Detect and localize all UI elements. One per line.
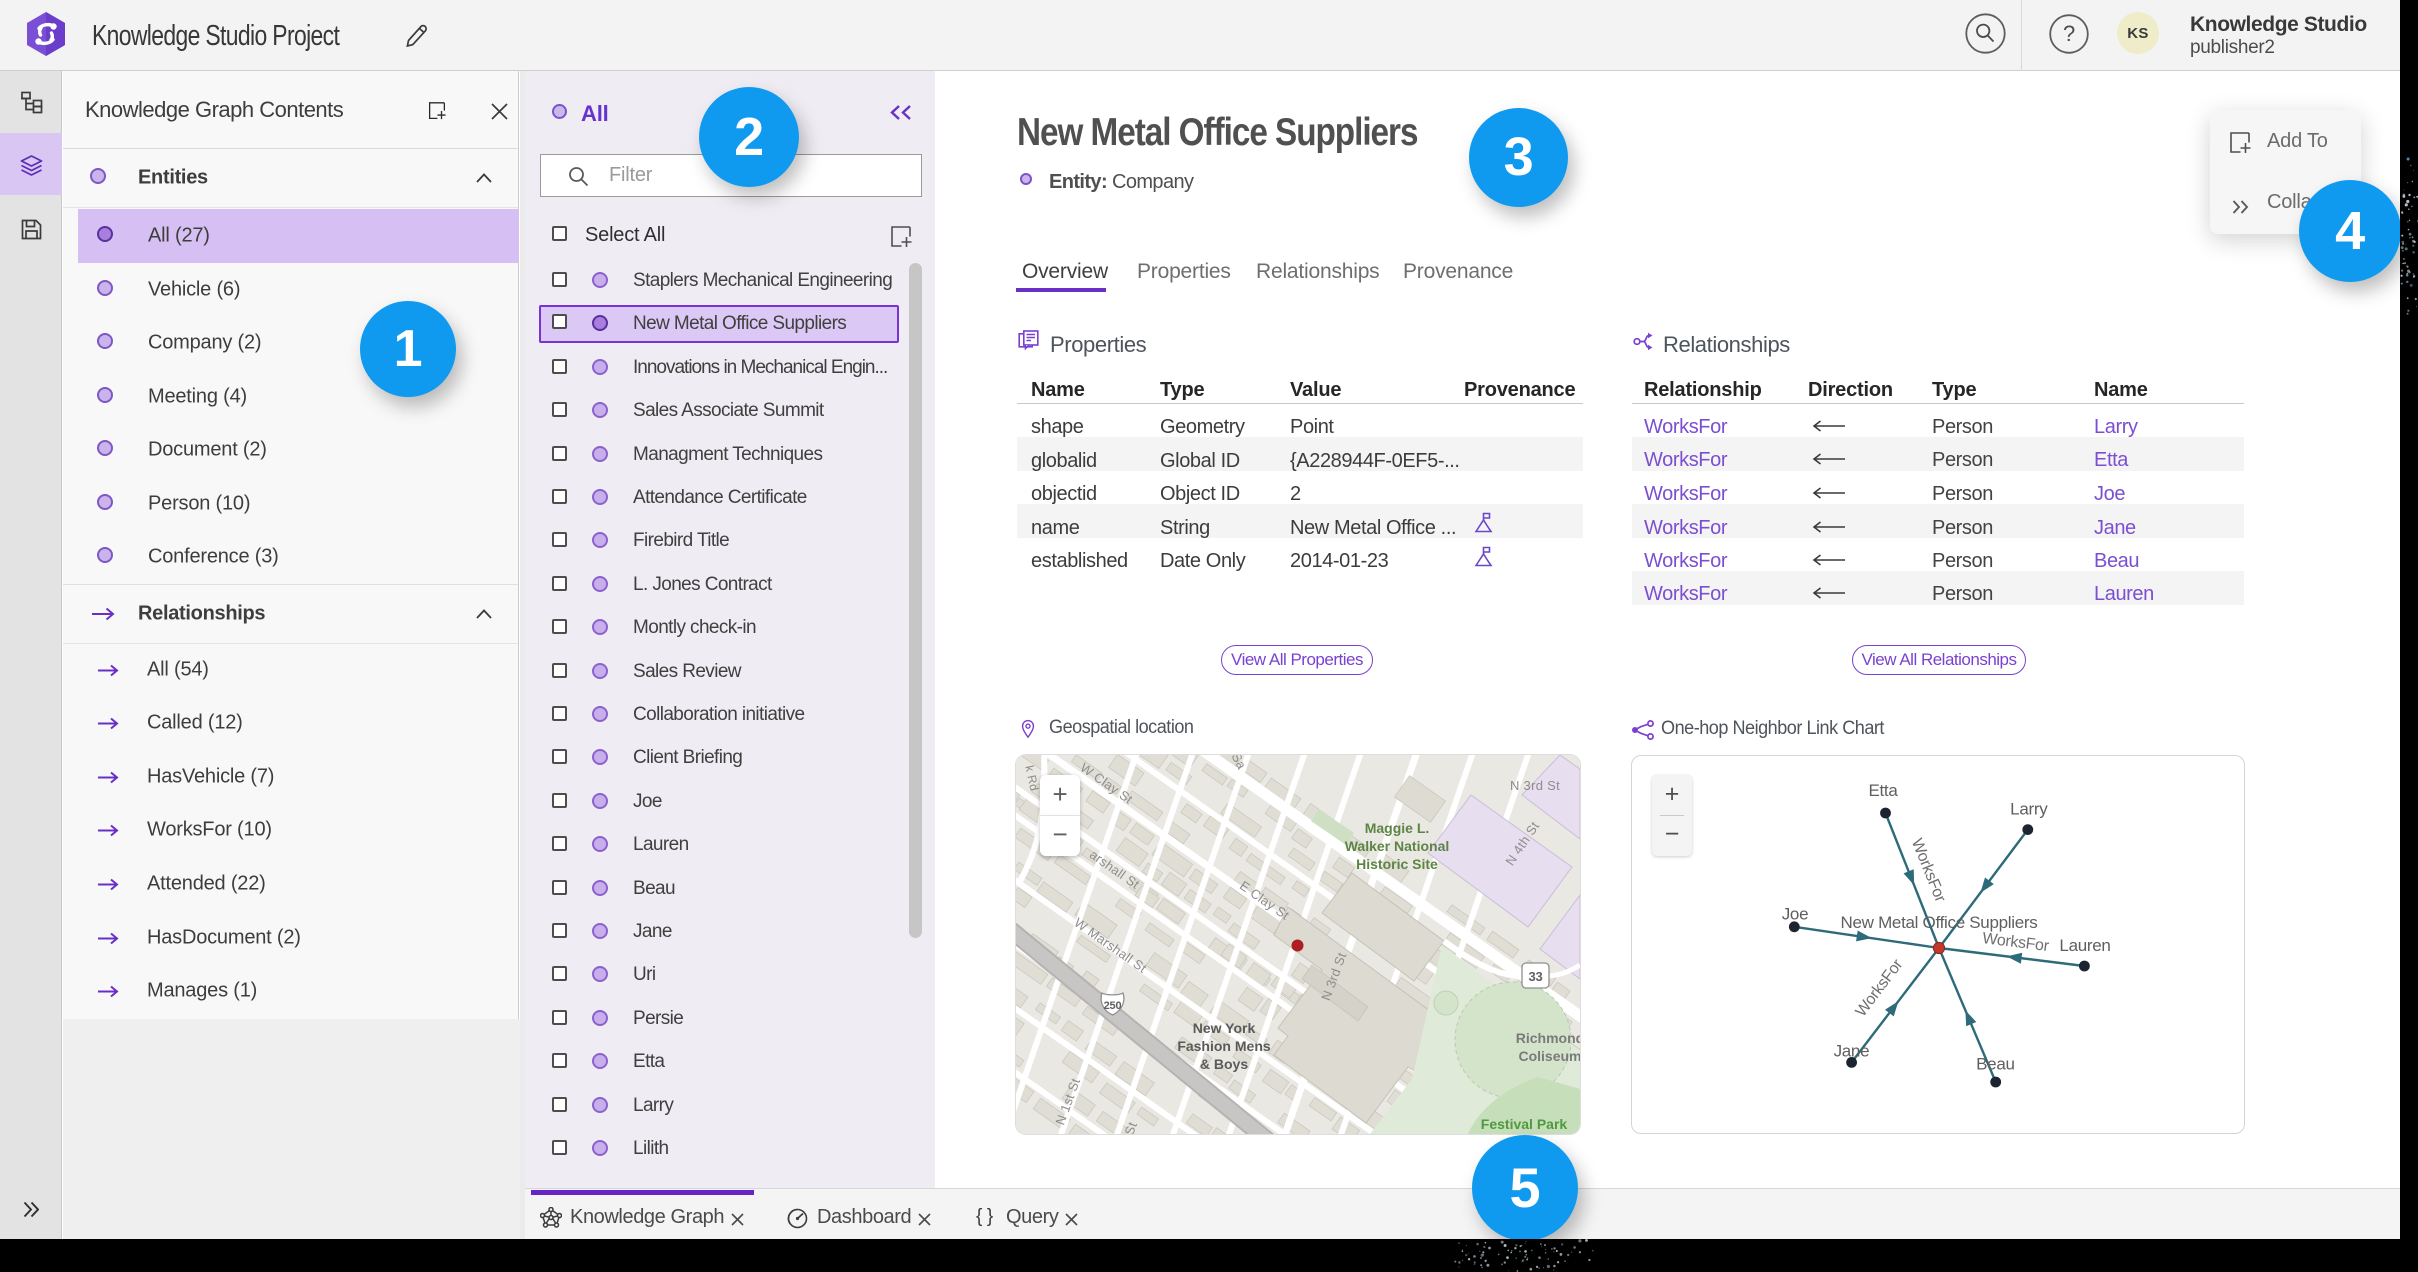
svg-text:Richmond: Richmond [1516,1030,1580,1046]
svg-text:WorksFor: WorksFor [1981,930,2050,955]
svg-text:Etta: Etta [1868,781,1898,800]
svg-text:Fashion Mens: Fashion Mens [1177,1038,1271,1054]
svg-text:Walker National: Walker National [1345,838,1450,854]
svg-text:Lauren: Lauren [2059,936,2110,955]
svg-text:Beau: Beau [1976,1054,2015,1073]
svg-text:& Boys: & Boys [1200,1056,1248,1072]
svg-text:Maggie L.: Maggie L. [1365,820,1430,836]
svg-text:New York: New York [1193,1020,1256,1036]
svg-text:Festival Park: Festival Park [1481,1116,1568,1132]
svg-text:Historic Site: Historic Site [1356,856,1438,872]
svg-text:Jane: Jane [1834,1041,1870,1060]
svg-text:33: 33 [1528,969,1542,984]
svg-text:?: ? [2063,21,2075,46]
svg-text:WorksFor: WorksFor [1908,836,1949,905]
svg-text:New Metal Office Suppliers: New Metal Office Suppliers [1841,913,2038,932]
svg-text:250: 250 [1104,1000,1122,1012]
svg-text:WorksFor: WorksFor [1853,956,1907,1020]
svg-text:N 3rd St: N 3rd St [1510,778,1560,793]
svg-text:Joe: Joe [1782,905,1809,924]
svg-text:Coliseum: Coliseum [1518,1048,1580,1064]
svg-text:Larry: Larry [2010,799,2048,818]
